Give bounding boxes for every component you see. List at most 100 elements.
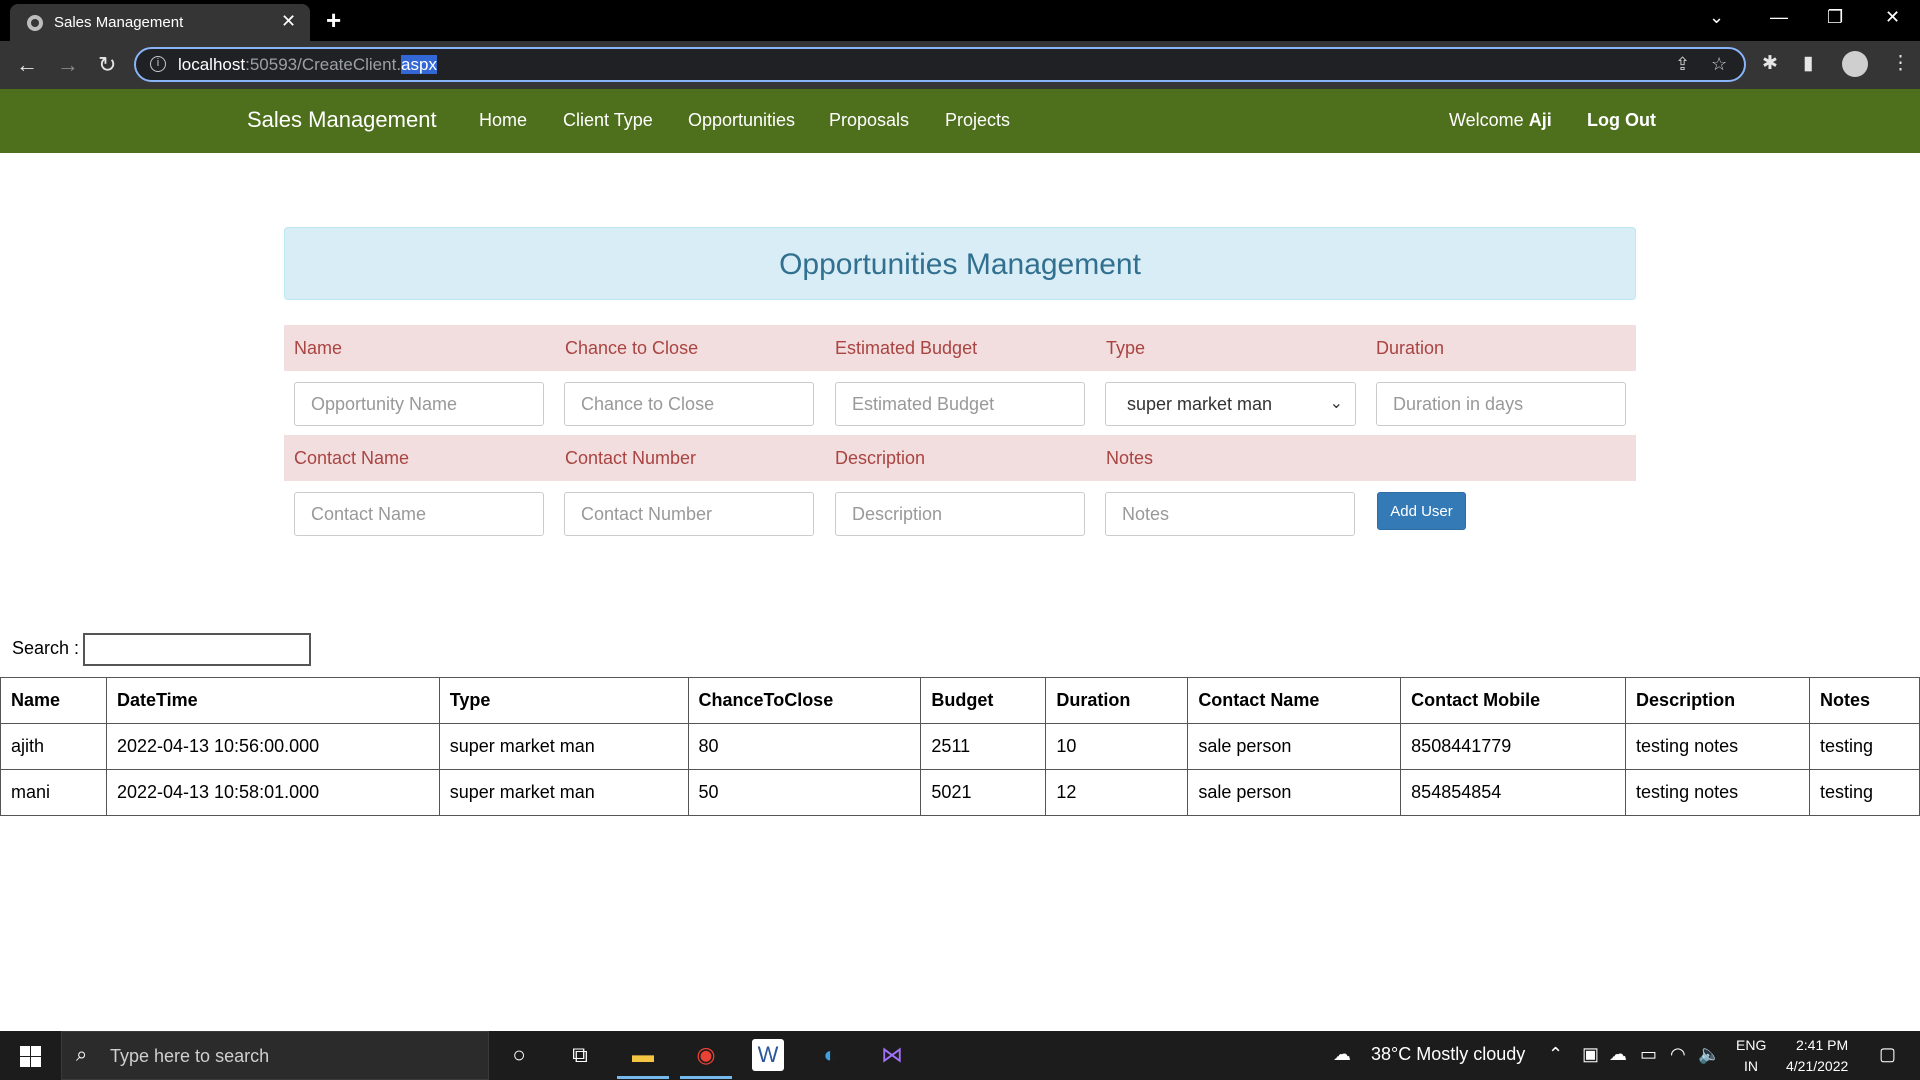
label-description: Description bbox=[835, 448, 926, 468]
col-header-duration[interactable]: Duration bbox=[1045, 677, 1189, 724]
volume-icon[interactable]: 🔈 bbox=[1698, 1044, 1720, 1065]
form-label-row-2: Contact Name Contact Number Description … bbox=[284, 435, 1636, 481]
taskbar-search-box[interactable]: ⌕ Type here to search bbox=[61, 1031, 489, 1080]
label-chance-to-close: Chance to Close bbox=[565, 338, 699, 358]
taskbar-search-placeholder: Type here to search bbox=[110, 1046, 270, 1066]
col-header-contact-name[interactable]: Contact Name bbox=[1187, 677, 1402, 724]
side-panel-icon[interactable]: ▮ bbox=[1803, 52, 1813, 75]
welcome-text: Welcome Aji bbox=[1449, 110, 1552, 130]
share-icon[interactable]: ⇪ bbox=[1675, 54, 1690, 75]
opportunities-table: Name DateTime Type ChanceToClose Budget … bbox=[0, 677, 1920, 816]
col-header-datetime[interactable]: DateTime bbox=[105, 677, 440, 724]
estimated-budget-input[interactable] bbox=[835, 382, 1085, 426]
cell-notes: testing bbox=[1808, 769, 1920, 816]
windows-start-icon[interactable] bbox=[20, 1046, 41, 1067]
label-notes: Notes bbox=[1106, 448, 1154, 468]
browser-tab-bar: Sales Management ✕ + ⌄ — ❐ ✕ bbox=[0, 0, 1920, 41]
col-header-budget[interactable]: Budget bbox=[920, 677, 1047, 724]
wifi-icon[interactable]: ◠ bbox=[1670, 1044, 1686, 1065]
clock-time[interactable]: 2:41 PM bbox=[1796, 1037, 1848, 1053]
description-input[interactable] bbox=[835, 492, 1085, 536]
forward-icon[interactable]: → bbox=[57, 52, 79, 78]
page-header-panel: Opportunities Management bbox=[284, 227, 1636, 300]
type-select-value: super market man bbox=[1127, 394, 1273, 414]
logout-link[interactable]: Log Out bbox=[1587, 110, 1656, 131]
notifications-icon[interactable]: ▢ bbox=[1879, 1044, 1896, 1065]
profile-avatar[interactable] bbox=[1842, 51, 1868, 77]
tab-title: Sales Management bbox=[54, 14, 184, 31]
label-contact-number: Contact Number bbox=[565, 448, 697, 468]
close-window-icon[interactable]: ✕ bbox=[1885, 7, 1900, 28]
page-title: Opportunities Management bbox=[779, 248, 1141, 281]
cell-budget: 5021 bbox=[920, 769, 1047, 816]
cell-chance: 50 bbox=[687, 769, 922, 816]
site-navbar: Sales Management Home Client Type Opport… bbox=[0, 89, 1920, 153]
nav-proposals[interactable]: Proposals bbox=[829, 110, 909, 131]
clock-date[interactable]: 4/21/2022 bbox=[1786, 1058, 1848, 1074]
bookmark-star-icon[interactable]: ☆ bbox=[1711, 54, 1727, 75]
file-explorer-icon[interactable]: ▬ bbox=[617, 1039, 669, 1079]
contact-name-input[interactable] bbox=[294, 492, 544, 536]
col-header-name[interactable]: Name bbox=[0, 677, 107, 724]
reload-icon[interactable]: ↻ bbox=[98, 52, 116, 78]
label-type: Type bbox=[1106, 338, 1146, 358]
table-row: mani 2022-04-13 10:58:01.000 super marke… bbox=[0, 769, 1920, 816]
show-hidden-icons-icon[interactable]: ⌃ bbox=[1548, 1044, 1563, 1065]
col-header-description[interactable]: Description bbox=[1625, 677, 1810, 724]
chrome-icon[interactable]: ◉ bbox=[680, 1039, 732, 1079]
notes-input[interactable] bbox=[1105, 492, 1355, 536]
task-view-icon[interactable]: ⧉ bbox=[564, 1039, 596, 1071]
weather-text[interactable]: 38°C Mostly cloudy bbox=[1371, 1044, 1525, 1065]
brand-link[interactable]: Sales Management bbox=[247, 107, 437, 133]
back-icon[interactable]: ← bbox=[16, 52, 38, 78]
nav-opportunities[interactable]: Opportunities bbox=[688, 110, 795, 131]
col-header-notes[interactable]: Notes bbox=[1808, 677, 1920, 724]
browser-tab[interactable]: Sales Management ✕ bbox=[10, 4, 310, 41]
cell-datetime: 2022-04-13 10:58:01.000 bbox=[105, 769, 440, 816]
battery-icon[interactable]: ▭ bbox=[1640, 1044, 1657, 1065]
table-row: ajith 2022-04-13 10:56:00.000 super mark… bbox=[0, 723, 1920, 770]
nav-projects[interactable]: Projects bbox=[945, 110, 1010, 131]
chevron-down-icon: ⌄ bbox=[1329, 395, 1343, 412]
weather-cloud-icon[interactable]: ☁ bbox=[1333, 1044, 1351, 1065]
cell-description: testing notes bbox=[1625, 769, 1810, 816]
meet-now-icon[interactable]: ▣ bbox=[1582, 1044, 1599, 1065]
col-header-type[interactable]: Type bbox=[438, 677, 689, 724]
cortana-icon[interactable]: ○ bbox=[503, 1039, 535, 1071]
col-header-chance-to-close[interactable]: ChanceToClose bbox=[687, 677, 922, 724]
tab-search-icon[interactable]: ⌄ bbox=[1709, 7, 1724, 28]
form-label-row-1: Name Chance to Close Estimated Budget Ty… bbox=[284, 325, 1636, 371]
minimize-icon[interactable]: — bbox=[1770, 7, 1788, 28]
extensions-icon[interactable]: ✱ bbox=[1762, 52, 1778, 75]
close-tab-icon[interactable]: ✕ bbox=[281, 11, 296, 32]
cell-contact-mobile: 854854854 bbox=[1400, 769, 1627, 816]
edge-icon[interactable]: ◐ bbox=[814, 1039, 846, 1071]
cell-contact-name: sale person bbox=[1187, 769, 1402, 816]
globe-icon bbox=[27, 15, 43, 31]
search-input[interactable] bbox=[83, 633, 311, 666]
type-select[interactable]: super market man ⌄ bbox=[1105, 382, 1356, 426]
chance-to-close-input[interactable] bbox=[564, 382, 814, 426]
add-user-button[interactable]: Add User bbox=[1377, 492, 1466, 530]
onedrive-icon[interactable]: ☁ bbox=[1609, 1044, 1627, 1065]
restore-icon[interactable]: ❐ bbox=[1827, 7, 1843, 28]
col-header-contact-mobile[interactable]: Contact Mobile bbox=[1400, 677, 1627, 724]
word-icon[interactable]: W bbox=[752, 1039, 784, 1071]
cell-datetime: 2022-04-13 10:56:00.000 bbox=[105, 723, 440, 770]
label-duration: Duration bbox=[1376, 338, 1445, 358]
url-text: localhost:50593/CreateClient.aspx bbox=[178, 55, 437, 74]
nav-client-type[interactable]: Client Type bbox=[563, 110, 653, 131]
info-icon[interactable]: i bbox=[150, 56, 166, 72]
address-bar[interactable]: i localhost:50593/CreateClient.aspx ⇪ ☆ bbox=[134, 47, 1746, 82]
menu-kebab-icon[interactable]: ⋮ bbox=[1891, 52, 1910, 75]
nav-home[interactable]: Home bbox=[479, 110, 527, 131]
opportunity-name-input[interactable] bbox=[294, 382, 544, 426]
visual-studio-icon[interactable]: ⋈ bbox=[876, 1039, 908, 1071]
search-label: Search : bbox=[12, 638, 80, 658]
duration-input[interactable] bbox=[1376, 382, 1626, 426]
language-indicator[interactable]: ENG bbox=[1736, 1037, 1766, 1053]
contact-number-input[interactable] bbox=[564, 492, 814, 536]
new-tab-icon[interactable]: + bbox=[326, 5, 341, 36]
label-contact-name: Contact Name bbox=[294, 448, 410, 468]
cell-type: super market man bbox=[438, 723, 689, 770]
